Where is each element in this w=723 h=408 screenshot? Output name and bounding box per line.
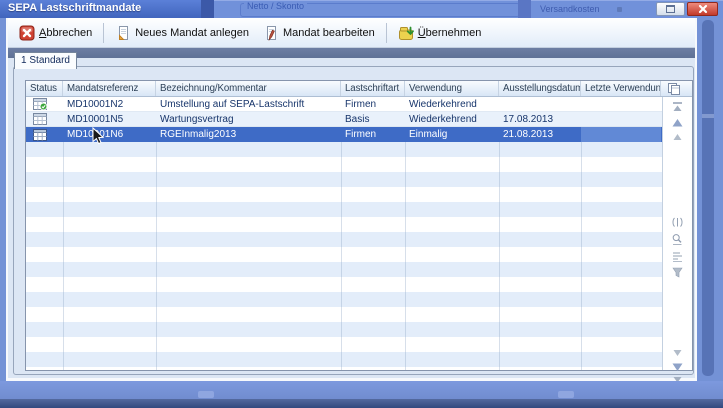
edit-mandate-label: Mandat bearbeiten <box>283 27 375 39</box>
close-icon <box>698 4 708 14</box>
abort-label: Abbrechen <box>39 27 92 39</box>
page-up-icon[interactable] <box>671 130 684 143</box>
background-netto-label: Netto / Skonto <box>244 1 307 11</box>
grid-icon <box>33 113 47 125</box>
apply-button[interactable]: Übernehmen <box>391 22 489 44</box>
status-cell <box>26 112 63 126</box>
letzte-verwendung-cell <box>581 127 661 142</box>
sort-icon[interactable] <box>671 250 684 263</box>
apply-arrow-icon <box>398 25 414 41</box>
grid-header-row: Status Mandatsreferenz Bezeichnung/Komme… <box>26 81 692 97</box>
row-down-icon[interactable] <box>671 361 684 374</box>
column-width-icon[interactable] <box>671 216 684 229</box>
new-mandate-label: Neues Mandat anlegen <box>135 27 249 39</box>
status-cell <box>26 97 63 111</box>
col-header-ausstellungsdatum[interactable]: Ausstellungsdatum <box>499 81 581 96</box>
close-window-button[interactable] <box>687 2 718 16</box>
titlebar-divider <box>201 0 214 18</box>
col-header-letzte-verwendung[interactable]: Letzte Verwendung <box>581 81 661 96</box>
page-edit-icon <box>263 25 279 41</box>
abort-button[interactable]: Abbrechen <box>12 22 99 44</box>
row-up-icon[interactable] <box>671 116 684 129</box>
status-cell <box>26 127 63 142</box>
bezeichnung-cell: Wartungsvertrag <box>156 112 341 126</box>
verwendung-cell: Einmalig <box>405 127 499 142</box>
resize-grip[interactable] <box>558 391 574 398</box>
tab-standard[interactable]: 1 Standard <box>14 52 77 69</box>
mandates-grid: Status Mandatsreferenz Bezeichnung/Komme… <box>25 80 693 371</box>
copy-grid-icon[interactable] <box>667 82 681 96</box>
mandate-row[interactable]: MD10001N2 Umstellung auf SEPA-Lastschrif… <box>26 97 662 112</box>
toolbar-separator <box>103 23 104 43</box>
ausstellungsdatum-cell: 21.08.2013 <box>499 127 581 142</box>
page-down-icon[interactable] <box>671 347 684 360</box>
ausstellungsdatum-cell <box>499 97 581 111</box>
page-new-icon <box>115 25 131 41</box>
mouse-cursor <box>92 127 104 145</box>
grid-inner: Status Mandatsreferenz Bezeichnung/Komme… <box>26 81 692 370</box>
mandatsreferenz-cell: MD10001N6 <box>63 127 156 142</box>
scroll-top-icon[interactable] <box>671 101 684 114</box>
col-header-lastschriftart[interactable]: Lastschriftart <box>341 81 405 96</box>
toolbar-separator <box>386 23 387 43</box>
empty-rows-stripes <box>26 142 662 370</box>
grid-navigator <box>662 97 692 370</box>
letzte-verwendung-cell <box>581 112 661 126</box>
verwendung-cell: Wiederkehrend <box>405 112 499 126</box>
mandate-row[interactable]: MD10001N5 Wartungsvertrag Basis Wiederke… <box>26 112 662 127</box>
titlebar-divider-2 <box>518 0 531 18</box>
titlebar: SEPA Lastschriftmandate Netto / Skonto V… <box>0 0 723 18</box>
bezeichnung-cell: Umstellung auf SEPA-Lastschrift <box>156 97 341 111</box>
col-header-bezeichnung[interactable]: Bezeichnung/Kommentar <box>156 81 341 96</box>
lastschriftart-cell: Firmen <box>341 97 405 111</box>
restore-window-button[interactable] <box>656 2 685 16</box>
background-scrollbar-notch <box>702 114 714 118</box>
mandate-row-selected[interactable]: MD10001N6 RGEInmalig2013 Firmen Einmalig… <box>26 127 662 142</box>
letzte-verwendung-cell <box>581 97 661 111</box>
lastschriftart-cell: Basis <box>341 112 405 126</box>
edit-mandate-button[interactable]: Mandat bearbeiten <box>256 22 382 44</box>
grid-check-icon <box>33 98 47 110</box>
window-bottom-border-edge <box>0 399 723 408</box>
col-header-status[interactable]: Status <box>26 81 63 96</box>
tab-strip-background <box>8 48 695 58</box>
toolbar: Abbrechen Neues Mandat anlegen Mandat be… <box>8 18 695 48</box>
ausstellungsdatum-cell: 17.08.2013 <box>499 112 581 126</box>
page-title: SEPA Lastschriftmandate <box>8 2 141 14</box>
apply-label: Übernehmen <box>418 27 482 39</box>
lastschriftart-cell: Firmen <box>341 127 405 142</box>
background-scrollbar[interactable] <box>702 20 714 376</box>
grid-icon <box>33 129 47 141</box>
col-header-mandatsreferenz[interactable]: Mandatsreferenz <box>63 81 156 96</box>
mandatsreferenz-cell: MD10001N2 <box>63 97 156 111</box>
col-header-verwendung[interactable]: Verwendung <box>405 81 499 96</box>
mandatsreferenz-cell: MD10001N5 <box>63 112 156 126</box>
restore-icon <box>666 5 675 13</box>
background-checkbox <box>617 7 622 12</box>
application-window: SEPA Lastschriftmandate Netto / Skonto V… <box>0 0 723 408</box>
abort-x-icon <box>19 25 35 41</box>
bezeichnung-cell: RGEInmalig2013 <box>156 127 341 142</box>
resize-grip[interactable] <box>198 391 214 398</box>
search-icon[interactable] <box>671 233 684 246</box>
new-mandate-button[interactable]: Neues Mandat anlegen <box>108 22 256 44</box>
background-versand-label: Versandkosten <box>540 4 600 14</box>
verwendung-cell: Wiederkehrend <box>405 97 499 111</box>
filter-icon[interactable] <box>671 266 684 279</box>
